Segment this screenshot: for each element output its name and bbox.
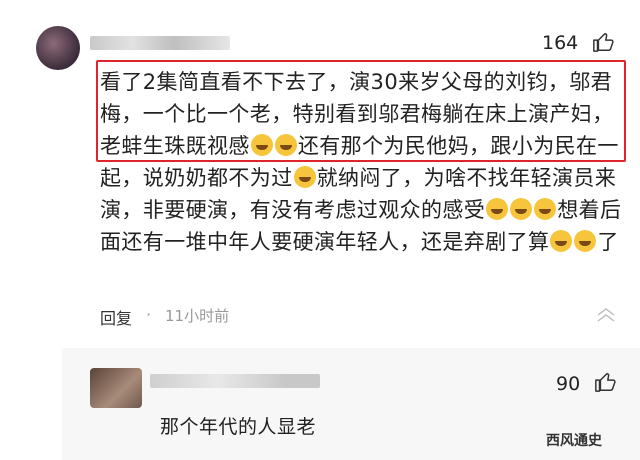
comment-text: 看了2集简直看不下去了，演30来岁父母的刘钧，邬君梅，一个比一个老，特别看到邬君… (100, 66, 624, 258)
laughing-tears-emoji-icon (574, 230, 597, 252)
laughing-tears-emoji-icon (250, 134, 273, 156)
laughing-tears-emoji-icon (550, 230, 573, 252)
thumbs-up-icon[interactable] (592, 31, 614, 57)
watermark: 西风通史 (546, 433, 602, 449)
reply-text: 那个年代的人显老 (160, 416, 317, 438)
avatar[interactable] (90, 368, 142, 408)
comment-text-part: 了 (597, 230, 619, 254)
username-blurred[interactable] (150, 374, 320, 388)
laughing-tears-emoji-icon (534, 198, 557, 220)
laughing-tears-emoji-icon (510, 198, 533, 220)
like-count: 164 (542, 32, 579, 54)
thumbs-up-icon[interactable] (594, 371, 616, 397)
more-icon[interactable] (597, 307, 615, 326)
username-blurred[interactable] (90, 36, 230, 50)
like-count: 90 (556, 373, 581, 395)
laughing-tears-emoji-icon (486, 198, 509, 220)
laughing-tears-emoji-icon (274, 134, 297, 156)
comment-time: 11小时前 (165, 307, 230, 325)
separator-dot: · (146, 305, 152, 324)
avatar[interactable] (36, 26, 80, 70)
reply-button[interactable]: 回复 (100, 305, 132, 329)
laughing-tears-emoji-icon (293, 166, 316, 188)
